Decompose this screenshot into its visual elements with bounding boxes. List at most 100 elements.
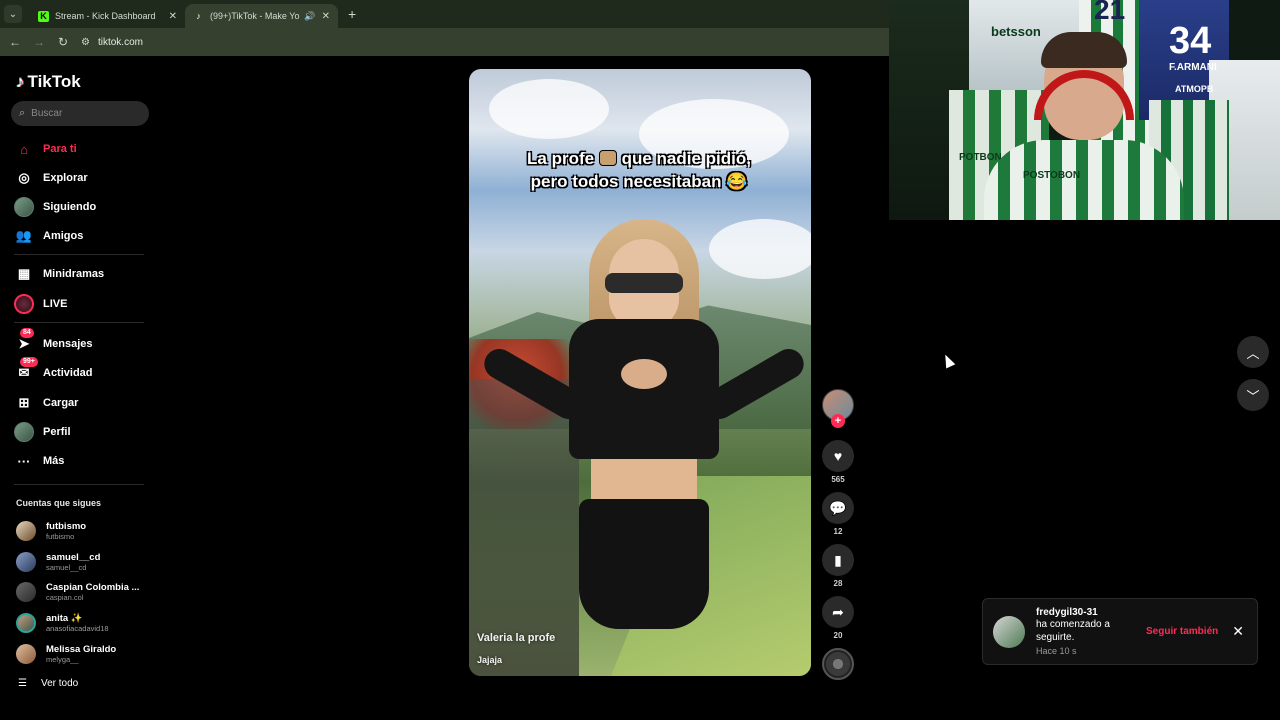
close-icon[interactable]: ✕ xyxy=(169,11,177,22)
avatar xyxy=(16,582,36,602)
cloud xyxy=(489,79,609,139)
jersey-number: 34 xyxy=(1169,20,1212,62)
comment-action[interactable]: 💬 12 xyxy=(822,492,854,536)
friends-icon: 👥 xyxy=(15,228,33,243)
nav-perfil[interactable]: Perfil xyxy=(14,421,71,443)
avatar xyxy=(16,644,36,664)
chevron-down-icon: ﹀ xyxy=(1246,388,1260,404)
video-person xyxy=(478,219,810,676)
teacher-emoji-icon xyxy=(598,150,617,166)
nav-label: Cargar xyxy=(43,397,79,409)
search-icon: ⌕ xyxy=(19,107,26,119)
nav-label: Mensajes xyxy=(43,338,93,350)
following-item[interactable]: anita ✨ anasofiacadavid18 xyxy=(16,610,109,636)
site-info-icon[interactable]: ⚙ xyxy=(81,37,90,48)
top xyxy=(569,319,719,459)
following-item[interactable]: futbismo futbismo xyxy=(16,518,86,544)
divider xyxy=(14,254,144,255)
mouse-cursor-icon xyxy=(940,352,956,369)
speaker-icon[interactable]: 🔊 xyxy=(304,11,315,22)
sunglasses xyxy=(605,273,683,293)
divider xyxy=(14,484,144,485)
tiktok-icon: ♪ xyxy=(196,11,201,21)
following-handle: melyga__ xyxy=(46,655,79,664)
nav-label: Siguiendo xyxy=(43,201,97,213)
share-count: 20 xyxy=(833,631,843,640)
nav-label: Para ti xyxy=(43,143,77,155)
like-action[interactable]: ♥ 565 xyxy=(822,440,854,484)
reload-button[interactable]: ↻ xyxy=(51,35,75,49)
share-icon[interactable]: ➦ xyxy=(822,596,854,628)
avatar[interactable] xyxy=(993,615,1025,648)
avatar xyxy=(16,521,36,541)
jersey-sponsor: betsson xyxy=(991,24,1041,39)
follow-back-button[interactable]: Seguir también xyxy=(1146,626,1218,637)
close-icon[interactable]: ✕ xyxy=(1232,623,1244,640)
overlay-line1: La profe xyxy=(527,149,595,168)
film-icon: ▦ xyxy=(17,266,31,281)
nav-siguiendo[interactable]: Siguiendo xyxy=(14,196,96,218)
search-box[interactable]: ⌕ xyxy=(11,101,149,126)
comment-icon[interactable]: 💬 xyxy=(822,492,854,524)
following-item[interactable]: samuel__cd samuel__cd xyxy=(16,549,100,575)
messages-badge: 84 xyxy=(20,328,34,338)
screen: ⌄ K Stream - Kick Dashboard ✕ ♪ (99+)Tik… xyxy=(0,0,1280,720)
tab-label: (99+)TikTok - Make Your Da xyxy=(210,11,300,21)
forward-button[interactable]: → xyxy=(27,35,51,49)
upload-icon: ⊞ xyxy=(18,395,30,410)
share-action[interactable]: ➦ 20 xyxy=(822,596,854,640)
nav-mensajes[interactable]: ➤ 84 Mensajes xyxy=(14,328,93,355)
nav-minidramas[interactable]: ▦ Minidramas xyxy=(14,263,104,285)
new-tab-button[interactable]: + xyxy=(348,6,356,22)
tab-label: Stream - Kick Dashboard xyxy=(55,11,156,21)
tiktok-icon: ♪ xyxy=(16,72,25,91)
heart-icon[interactable]: ♥ xyxy=(822,440,854,472)
nav-explorar[interactable]: ◎ Explorar xyxy=(14,167,88,189)
nav-label: Minidramas xyxy=(43,268,105,280)
previous-video-button[interactable]: ︿ xyxy=(1237,336,1269,368)
following-name: futbismo xyxy=(46,521,87,532)
nav-mas[interactable]: ··· Más xyxy=(14,450,65,472)
nav-para-ti[interactable]: ⌂ Para ti xyxy=(14,138,77,160)
following-title: Cuentas que sigues xyxy=(16,498,102,508)
nav-live[interactable]: LIVE xyxy=(14,293,67,315)
following-handle: anasofiacadavid18 xyxy=(46,624,109,633)
following-name: Melissa Giraldo xyxy=(46,644,117,655)
following-handle: caspian.col xyxy=(46,593,84,602)
nav-actividad[interactable]: ✉ 99+ Actividad xyxy=(14,357,93,384)
chevron-down-icon: ⌄ xyxy=(8,8,18,20)
following-name: samuel__cd xyxy=(46,552,101,563)
save-action[interactable]: ▮ 28 xyxy=(822,544,854,588)
tab-kick[interactable]: K Stream - Kick Dashboard ✕ xyxy=(30,4,185,28)
following-item[interactable]: Melissa Giraldo melyga__ xyxy=(16,641,116,667)
nav-cargar[interactable]: ⊞ Cargar xyxy=(14,392,79,414)
search-input[interactable] xyxy=(31,108,132,119)
nav-amigos[interactable]: 👥 Amigos xyxy=(14,225,83,247)
following-handle: futbismo xyxy=(46,532,75,541)
video-player[interactable]: La profe que nadie pidió, pero todos nec… xyxy=(469,69,811,676)
jersey-number: 21 xyxy=(1094,0,1126,25)
following-item[interactable]: Caspian Colombia ... caspian.col xyxy=(16,579,139,605)
jersey-name: ATMOPB xyxy=(1175,84,1214,94)
see-all-link[interactable]: ☰ Ver todo xyxy=(18,678,78,689)
shorts xyxy=(579,499,709,629)
live-avatar xyxy=(14,294,34,314)
close-icon[interactable]: ✕ xyxy=(322,11,330,22)
nav-label: Amigos xyxy=(43,230,84,242)
music-disc-icon[interactable] xyxy=(822,648,854,680)
bookmark-icon[interactable]: ▮ xyxy=(822,544,854,576)
video-author[interactable]: Valeria la profe xyxy=(477,632,555,644)
video-caption: Jajaja xyxy=(477,655,503,665)
next-video-button[interactable]: ﹀ xyxy=(1237,379,1269,411)
tiktok-logo[interactable]: ♪ TikTok xyxy=(16,72,81,92)
url-field[interactable]: ⚙ tiktok.com xyxy=(81,37,143,48)
back-button[interactable]: ← xyxy=(3,35,27,49)
notification-user[interactable]: fredygil30-31 xyxy=(1036,607,1136,618)
follow-plus-button[interactable]: + xyxy=(831,414,845,428)
tab-search-button[interactable]: ⌄ xyxy=(4,5,22,23)
tab-tiktok[interactable]: ♪ (99+)TikTok - Make Your Da 🔊 ✕ xyxy=(185,4,338,28)
nav-label: Explorar xyxy=(43,172,88,184)
following-name: anita ✨ xyxy=(46,613,83,624)
logo-text: TikTok xyxy=(27,72,81,91)
streamer-body xyxy=(984,140,1184,220)
